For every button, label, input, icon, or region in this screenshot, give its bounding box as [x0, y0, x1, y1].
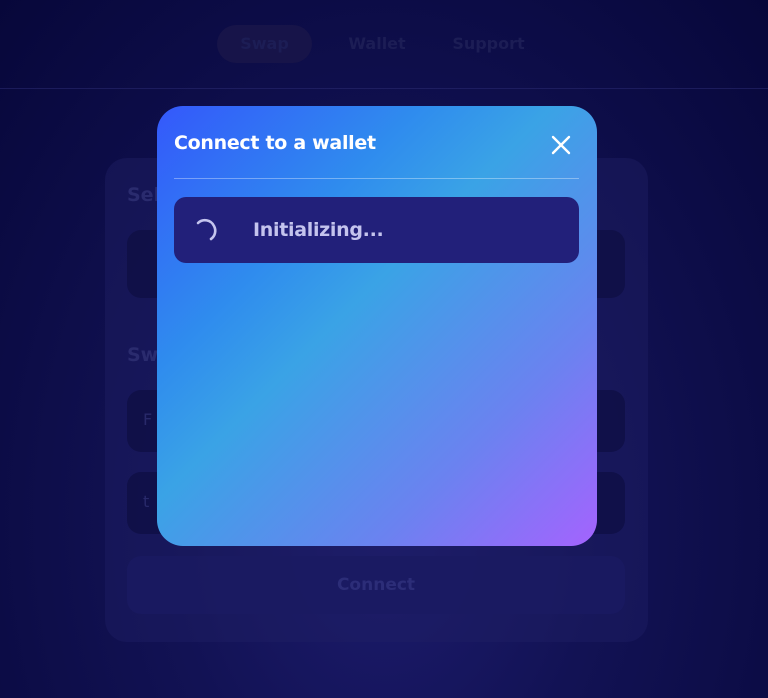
- tab-wallet[interactable]: Wallet: [332, 25, 422, 63]
- status-box: Initializing...: [174, 197, 579, 263]
- modal-title: Connect to a wallet: [174, 132, 376, 154]
- status-text: Initializing...: [253, 219, 384, 241]
- tab-swap[interactable]: Swap: [217, 25, 312, 63]
- tab-support[interactable]: Support: [440, 25, 537, 63]
- modal-divider: [174, 178, 579, 179]
- to-field-text: t: [143, 492, 150, 511]
- from-field-text: F: [143, 410, 153, 429]
- close-icon[interactable]: [549, 133, 573, 157]
- connect-wallet-modal: Connect to a wallet Initializing...: [157, 106, 597, 546]
- swap-heading: Sw: [127, 344, 159, 366]
- connect-button[interactable]: Connect: [127, 556, 625, 614]
- top-nav: Swap Wallet Support: [0, 0, 768, 89]
- spinner-icon: [193, 217, 219, 243]
- select-heading: Sel: [127, 184, 161, 206]
